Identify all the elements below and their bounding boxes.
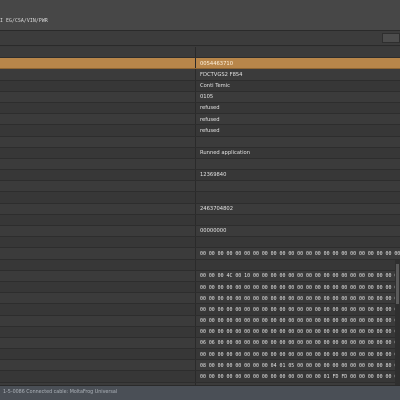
parameter-name-cell: [0, 102, 196, 114]
parameter-name-cell: [0, 80, 196, 91]
parameter-value: 0105: [200, 94, 214, 101]
parameter-name-cell: [0, 270, 196, 281]
parameter-value: 00 00 00 4C 00 10 00 00 00 00 00 00 00 0…: [200, 273, 400, 280]
table-row[interactable]: 00 00 00 00 00 00 00 00 00 00 00 00 00 0…: [0, 315, 400, 327]
parameter-value: 00 00 00 00 00 00 00 00 00 00 00 00 00 0…: [200, 351, 400, 358]
parameter-name-cell: [0, 203, 196, 214]
table-row[interactable]: [0, 47, 400, 59]
parameter-value: 2463704802: [200, 206, 234, 213]
status-bar: 1-5-0086 Connected cable: MoltaFrog Univ…: [0, 385, 400, 400]
table-row[interactable]: 00 00 00 00 00 00 00 00 00 00 00 00 00 0…: [0, 304, 400, 316]
parameter-name-cell: [0, 147, 196, 158]
table-row[interactable]: refused: [0, 114, 400, 126]
vertical-scrollbar[interactable]: [395, 260, 400, 386]
table-row[interactable]: 0054463710: [0, 58, 400, 70]
table-row[interactable]: refused: [0, 102, 400, 115]
parameter-value: refused: [200, 105, 220, 112]
parameter-value: refused: [200, 127, 220, 134]
table-row[interactable]: [0, 259, 400, 271]
parameter-value: 08 00 00 00 00 00 00 00 04 01 05 00 00 0…: [200, 362, 400, 369]
parameter-name-cell: [0, 371, 196, 382]
table-row[interactable]: [0, 214, 400, 226]
table-row[interactable]: 12369840: [0, 170, 400, 182]
table-row[interactable]: [0, 158, 400, 171]
status-text: 1-5-0086 Connected cable: MoltaFrog Univ…: [3, 390, 118, 395]
parameter-name-cell: [0, 181, 196, 192]
parameter-value: Runned application: [200, 150, 250, 157]
table-row[interactable]: 00 00 00 00 00 00 00 00 00 00 00 00 00 0…: [0, 248, 400, 260]
table-row[interactable]: Runned application: [0, 147, 400, 159]
parameter-value: 00 00 00 00 00 00 00 00 00 00 00 00 00 0…: [200, 306, 400, 313]
parameter-name-cell: [0, 337, 196, 349]
parameter-name-cell: [0, 170, 196, 181]
parameter-name-cell: [0, 293, 196, 304]
table-row[interactable]: [0, 181, 400, 193]
parameter-value: Conti Temic: [200, 82, 231, 89]
table-row[interactable]: [0, 237, 400, 249]
table-row[interactable]: 00 00 00 00 00 00 00 00 00 00 00 00 00 0…: [0, 349, 400, 361]
parameter-name-cell: [0, 125, 196, 136]
table-row[interactable]: 2463704802: [0, 203, 400, 215]
table-row[interactable]: 00 00 00 00 00 00 00 00 00 00 00 00 00 0…: [0, 293, 400, 305]
breadcrumb: I EG/CSA/VIN/PWR: [0, 19, 48, 24]
table-row[interactable]: 08 00 00 00 00 00 00 00 04 01 05 00 00 0…: [0, 360, 400, 372]
table-row[interactable]: Conti Temic: [0, 80, 400, 92]
parameter-name-cell: [0, 47, 196, 58]
toolbar: [0, 31, 400, 46]
parameter-name-cell: [0, 158, 196, 170]
parameter-value: 00 00 00 00 00 00 00 00 00 00 00 00 00 0…: [200, 318, 400, 325]
toolbar-button[interactable]: [382, 33, 400, 43]
parameter-value: FDCTVGS2 F854: [200, 71, 243, 78]
parameter-value: 00 00 00 00 00 00 00 00 00 00 00 00 00 0…: [200, 329, 400, 336]
parameter-value: 0054463710: [200, 60, 234, 67]
table-row[interactable]: 00 00 00 00 00 00 00 00 00 00 00 00 00 0…: [0, 326, 400, 338]
table-row[interactable]: 00 00 00 00 00 00 00 00 00 00 00 00 00 0…: [0, 281, 400, 294]
table-row[interactable]: [0, 192, 400, 204]
parameter-table: 0054463710 FDCTVGS2 F854 Conti Temic 0105 re…: [0, 47, 400, 386]
title-bar: I EG/CSA/VIN/PWR: [0, 0, 400, 31]
parameter-name-cell: [0, 214, 196, 225]
parameter-name-cell: [0, 315, 196, 326]
parameter-name-cell: [0, 259, 196, 270]
parameter-name-cell: [0, 248, 196, 259]
table-row[interactable]: 00000000: [0, 226, 400, 238]
parameter-value: 12369840: [200, 172, 227, 179]
parameter-name-cell: [0, 304, 196, 315]
table-row[interactable]: 0105: [0, 91, 400, 103]
table-row[interactable]: 06 06 00 00 00 00 00 00 00 00 00 00 00 0…: [0, 337, 400, 350]
parameter-name-cell: [0, 237, 196, 248]
parameter-name-cell: [0, 69, 196, 80]
parameter-name-cell: [0, 114, 196, 125]
parameter-name-cell: [0, 136, 196, 147]
parameter-name-cell: [0, 192, 196, 203]
scrollbar-thumb[interactable]: [396, 264, 399, 304]
parameter-value: 00000000: [200, 228, 227, 235]
table-row[interactable]: refused: [0, 125, 400, 137]
parameter-name-cell: [0, 281, 196, 293]
parameter-name-cell: [0, 226, 196, 237]
parameter-value: 00 00 00 00 00 00 00 00 00 00 00 00 00 0…: [200, 250, 400, 257]
parameter-value: 00 00 00 00 00 00 00 00 00 00 00 00 00 0…: [200, 374, 400, 381]
parameter-name-cell: [0, 91, 196, 102]
parameter-name-cell: [0, 349, 196, 360]
parameter-name-cell: [0, 326, 196, 337]
table-row[interactable]: [0, 136, 400, 148]
table-row[interactable]: FDCTVGS2 F854: [0, 69, 400, 81]
parameter-name-cell: [0, 360, 196, 371]
parameter-value: 00 00 00 00 00 00 00 00 00 00 00 00 00 0…: [200, 295, 400, 302]
table-row[interactable]: 00 00 00 4C 00 10 00 00 00 00 00 00 00 0…: [0, 270, 400, 282]
parameter-name-cell: [0, 58, 196, 69]
parameter-value: 06 06 00 00 00 00 00 00 00 00 00 00 00 0…: [200, 340, 400, 347]
parameter-value: 00 00 00 00 00 00 00 00 00 00 00 00 00 0…: [200, 284, 400, 291]
parameter-value: refused: [200, 116, 220, 123]
table-row[interactable]: 00 00 00 00 00 00 00 00 00 00 00 00 00 0…: [0, 371, 400, 383]
